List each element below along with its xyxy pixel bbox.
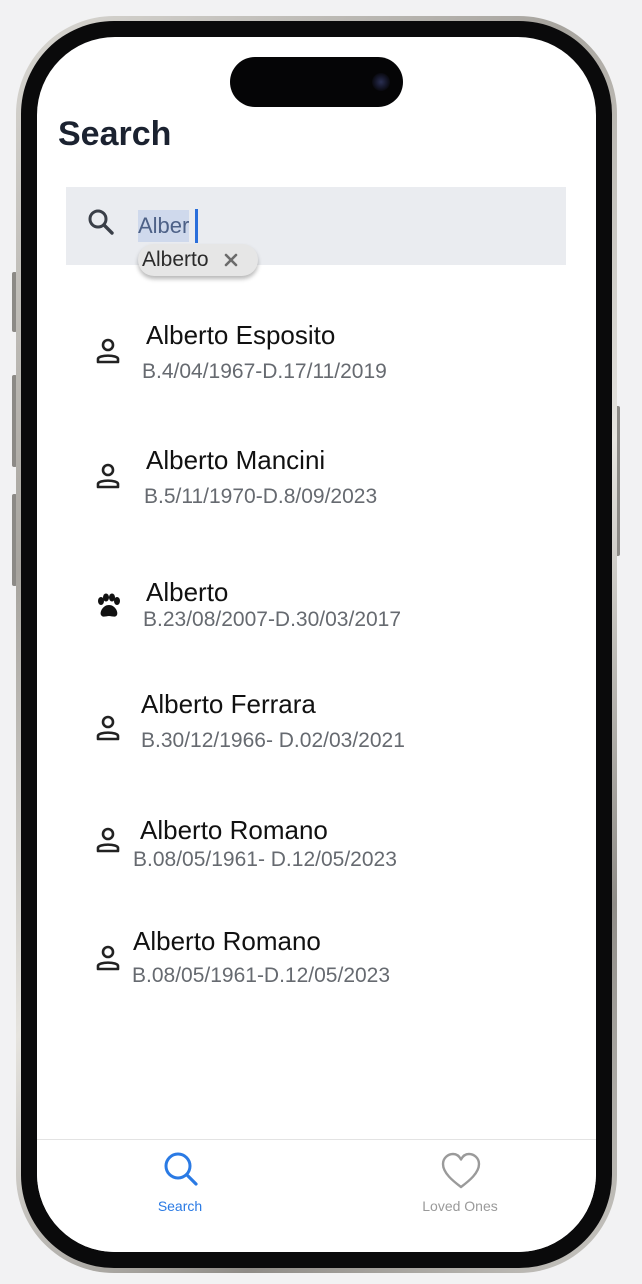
result-dates: B.23/08/2007-D.30/03/2017 bbox=[143, 608, 402, 631]
person-icon bbox=[96, 338, 120, 364]
phone-screen: Search Alber Alberto Alberto Esposito B.… bbox=[37, 37, 596, 1252]
result-name: Alberto bbox=[146, 577, 229, 607]
list-item[interactable]: Alberto Mancini B.5/11/1970-D.8/09/2023 bbox=[37, 442, 596, 532]
person-icon bbox=[96, 463, 120, 489]
result-name: Alberto Romano bbox=[133, 926, 321, 956]
result-name: Alberto Romano bbox=[140, 815, 328, 845]
search-icon bbox=[164, 1152, 198, 1186]
suggestion-label: Alberto bbox=[142, 248, 209, 271]
text-caret bbox=[195, 209, 199, 243]
list-item[interactable]: Alberto Esposito B.4/04/1967-D.17/11/201… bbox=[37, 317, 596, 407]
tab-search[interactable]: Search bbox=[110, 1148, 250, 1218]
person-icon bbox=[96, 827, 120, 853]
search-query[interactable]: Alber bbox=[138, 209, 199, 243]
person-icon bbox=[96, 715, 120, 741]
list-item[interactable]: Alberto Romano B.08/05/1961-D.12/05/2023 bbox=[37, 926, 596, 1016]
heart-icon bbox=[441, 1152, 481, 1189]
autocomplete-suggestion[interactable]: Alberto bbox=[138, 244, 258, 276]
front-camera bbox=[372, 73, 390, 91]
result-dates: B.08/05/1961-D.12/05/2023 bbox=[132, 964, 391, 987]
dynamic-island bbox=[230, 57, 403, 107]
page-title: Search bbox=[58, 115, 172, 153]
tab-loved-ones[interactable]: Loved Ones bbox=[390, 1148, 530, 1218]
close-icon[interactable] bbox=[223, 252, 239, 268]
list-item[interactable]: Alberto Ferrara B.30/12/1966- D.02/03/20… bbox=[37, 687, 596, 777]
tab-label: Search bbox=[157, 1198, 203, 1214]
search-icon bbox=[88, 209, 114, 235]
result-dates: B.5/11/1970-D.8/09/2023 bbox=[144, 485, 378, 508]
paw-icon bbox=[98, 593, 120, 617]
result-dates: B.4/04/1967-D.17/11/2019 bbox=[142, 360, 387, 383]
result-name: Alberto Esposito bbox=[146, 320, 336, 350]
result-dates: B.30/12/1966- D.02/03/2021 bbox=[141, 729, 405, 752]
person-icon bbox=[96, 945, 120, 971]
result-dates: B.08/05/1961- D.12/05/2023 bbox=[133, 848, 397, 871]
tab-label: Loved Ones bbox=[422, 1198, 498, 1214]
list-item[interactable]: Alberto B.23/08/2007-D.30/03/2017 bbox=[37, 569, 596, 659]
tab-bar: Search Loved Ones bbox=[37, 1139, 596, 1252]
result-name: Alberto Mancini bbox=[146, 445, 326, 475]
result-name: Alberto Ferrara bbox=[141, 689, 316, 719]
search-query-text: Alber bbox=[138, 210, 190, 242]
list-item[interactable]: Alberto Romano B.08/05/1961- D.12/05/202… bbox=[37, 814, 596, 904]
